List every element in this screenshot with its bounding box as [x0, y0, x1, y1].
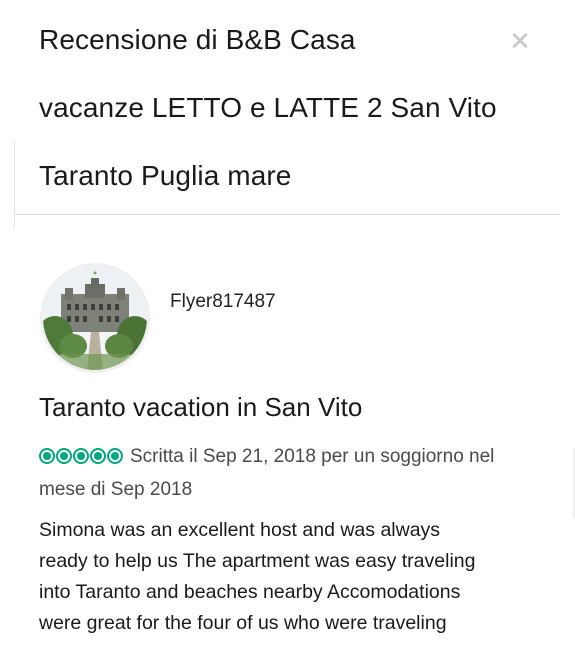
- header-title-line-3: Taranto Puglia mare: [39, 160, 292, 191]
- rating-bubble-icon: [56, 448, 72, 464]
- review-body-line: ready to help us The apartment was easy …: [39, 550, 476, 572]
- left-edge-line: [14, 141, 15, 229]
- reviewer-username[interactable]: Flyer817487: [170, 291, 276, 313]
- header-divider: [14, 214, 560, 215]
- rating-bubble-icon: [39, 448, 55, 464]
- header-title-line-2: vacanze LETTO e LATTE 2 San Vito: [39, 92, 497, 123]
- review-body: Simona was an excellent host and was alw…: [39, 515, 544, 639]
- close-icon[interactable]: ✕: [507, 28, 533, 54]
- rating-bubble-icon: [107, 448, 123, 464]
- review-header: Recensione di B&B Casa vacanze LETTO e L…: [0, 0, 575, 215]
- header-title-line-1: Recensione di B&B Casa: [39, 24, 356, 55]
- rating-bubbles: [39, 443, 124, 474]
- castle-photo-avatar: [43, 266, 147, 370]
- review-title[interactable]: Taranto vacation in San Vito: [39, 392, 362, 423]
- user-avatar[interactable]: [40, 263, 150, 373]
- review-body-line: Simona was an excellent host and was alw…: [39, 519, 441, 541]
- review-body-line: into Taranto and beaches nearby Accomoda…: [39, 581, 461, 603]
- review-body-line: were great for the four of us who were t…: [39, 612, 447, 634]
- rating-bubble-icon: [90, 448, 106, 464]
- review-meta: Scritta il Sep 21, 2018 per un soggiorno…: [39, 441, 529, 505]
- rating-bubble-icon: [73, 448, 89, 464]
